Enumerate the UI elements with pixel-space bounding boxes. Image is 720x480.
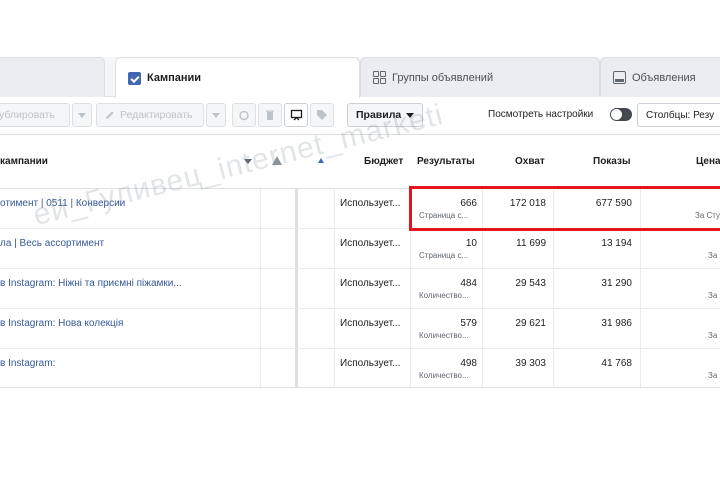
delete-button[interactable] [258,103,282,127]
budget-cell: Использует... [340,198,401,209]
result-type: Количество... [419,291,469,300]
tag-button[interactable] [310,103,334,127]
results-value: 484 [460,278,477,289]
undo-icon [239,110,249,121]
view-settings-toggle[interactable] [610,108,632,121]
tab-ads[interactable]: Объявления [600,57,720,97]
ab-test-button[interactable] [284,103,308,127]
table-row[interactable]: ла | Весь ассортимент Использует... 10 С… [0,229,720,269]
table-row[interactable]: в Instagram: Нова колекція Использует...… [0,309,720,349]
table-row[interactable]: в Instagram: Использует... 498 Количеств… [0,349,720,389]
budget-cell: Использует... [340,358,401,369]
edit-dropdown-button[interactable] [206,103,226,127]
tab-ads-label: Объявления [632,71,696,84]
cost-subtext: За [708,331,718,340]
budget-cell: Использует... [340,278,401,289]
chevron-down-icon [78,112,86,118]
tab-strip: Кампании Группы объявлений Объявления [0,57,720,98]
impressions-value: 13 194 [601,238,632,249]
campaign-name-link[interactable]: ла | Весь ассортимент [0,238,104,249]
tab-campaigns[interactable]: Кампании [115,57,360,98]
column-header-cost[interactable]: Цена [696,156,720,167]
tab-campaigns-label: Кампании [147,72,202,84]
column-header-impressions[interactable]: Показы [593,156,631,167]
campaign-name-link[interactable]: в Instagram: [0,358,55,369]
chevron-down-icon [212,112,220,118]
results-value: 498 [460,358,477,369]
results-value: 579 [460,318,477,329]
duplicate-button[interactable]: ублировать [0,103,70,127]
columns-dropdown-button[interactable]: Столбцы: Резу [637,103,720,127]
column-header-budget[interactable]: Бюджет [364,156,403,167]
edit-button[interactable]: Редактировать [96,103,204,127]
campaign-name-link[interactable]: в Instagram: Нова колекція [0,318,123,329]
edit-button-label: Редактировать [120,109,193,121]
reach-value: 29 621 [515,318,546,329]
budget-cell: Использует... [340,238,401,249]
column-header-reach[interactable]: Охват [515,156,545,167]
budget-cell: Использует... [340,318,401,329]
results-value: 10 [465,238,477,249]
tag-icon [317,110,327,120]
tab-ad-sets[interactable]: Группы объявлений [360,57,600,97]
impressions-value: 41 768 [601,358,632,369]
ad-icon [613,71,626,84]
columns-button-label: Столбцы: Резу [646,109,715,121]
trash-icon [266,110,274,120]
campaign-name-link[interactable]: в Instagram: Ніжні та приємні піжамки... [0,278,182,289]
duplicate-button-label: ублировать [0,109,55,121]
result-type: Количество... [419,371,469,380]
cost-subtext: За [708,251,718,260]
ads-manager-frame: Кампании Группы объявлений Объявления уб… [0,0,720,480]
ab-test-icon [290,109,302,120]
folder-icon [128,71,141,85]
column-header-name[interactable]: кампании [0,156,48,167]
reach-value: 11 699 [516,238,546,249]
impressions-value: 31 986 [601,318,632,329]
cost-subtext: За [708,291,718,300]
cost-subtext: За [708,371,718,380]
undo-button[interactable] [232,103,256,127]
table-row[interactable]: в Instagram: Ніжні та приємні піжамки...… [0,269,720,309]
reach-value: 39 303 [515,358,546,369]
pencil-icon [106,111,114,119]
tab-ad-sets-label: Группы объявлений [392,71,494,84]
result-type: Количество... [419,331,469,340]
column-header-results[interactable]: Результаты [417,156,475,167]
reach-value: 29 543 [515,278,546,289]
impressions-value: 31 290 [601,278,632,289]
duplicate-dropdown-button[interactable] [72,103,92,127]
grid-icon [373,71,386,84]
tab-account[interactable] [0,57,105,97]
result-type: Страница с... [419,251,469,260]
campaigns-table: кампании Бюджет Результаты Охват Показы … [0,134,720,388]
view-settings-label: Посмотреть настройки [488,109,594,120]
highlight-annotation [409,186,720,231]
